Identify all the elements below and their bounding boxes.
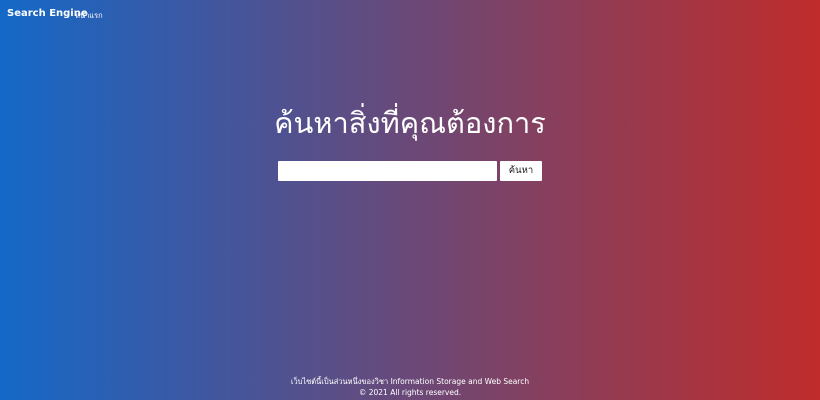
footer: เว็บไซต์นี้เป็นส่วนหนึ่งของวิชา Informat… <box>0 377 820 398</box>
top-navbar: Search Engine หน้าแรก <box>0 0 820 28</box>
footer-course-text: เว็บไซต์นี้เป็นส่วนหนึ่งของวิชา Informat… <box>290 377 530 386</box>
page-title: ค้นหาสิ่งที่คุณต้องการ <box>274 106 546 140</box>
nav-link-home[interactable]: หน้าแรก <box>75 10 103 22</box>
search-button[interactable]: ค้นหา <box>500 161 542 181</box>
search-input[interactable] <box>278 161 497 181</box>
footer-copyright: © 2021 All rights reserved. <box>358 387 462 397</box>
